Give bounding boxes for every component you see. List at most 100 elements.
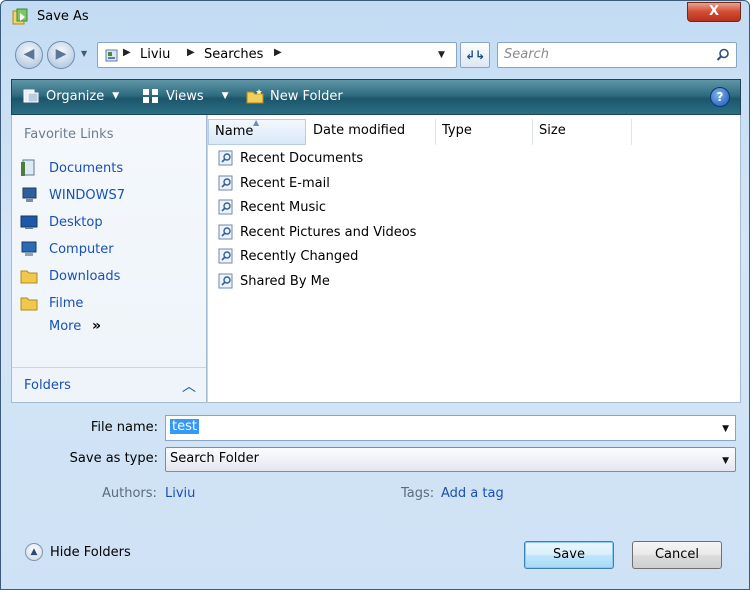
breadcrumb-separator[interactable]: ▶ (123, 47, 131, 58)
saved-search-icon (218, 273, 233, 289)
favorite-link-downloads[interactable]: Downloads (20, 265, 120, 287)
favorite-links-title: Favorite Links (24, 127, 114, 142)
recent-pages-dropdown-icon[interactable]: ▼ (81, 49, 91, 61)
favorite-link-label: Computer (49, 241, 114, 257)
hide-folders-label: Hide Folders (50, 544, 131, 560)
folders-toggle[interactable]: Folders ︿ (12, 367, 206, 401)
organize-menu[interactable]: Organize ▼ (22, 88, 119, 104)
chevron-down-icon: ▼ (112, 91, 120, 101)
saved-search-icon (218, 175, 233, 191)
search-input[interactable]: Search (497, 42, 737, 68)
cancel-button[interactable]: Cancel (632, 541, 722, 569)
save-button[interactable]: Save (524, 541, 614, 569)
back-arrow-icon: ◀ (23, 46, 35, 62)
desktop-icon (20, 215, 38, 229)
title-bar: Save As X (1, 1, 749, 35)
organize-label: Organize (46, 88, 105, 104)
saved-search-icon (218, 248, 233, 264)
refresh-button[interactable]: ↲↳ (460, 42, 490, 68)
address-bar[interactable]: ▶ Liviu ▶ Searches ▶ ▼ (97, 42, 457, 68)
favorite-link-desktop[interactable]: Desktop (20, 211, 103, 233)
help-icon[interactable]: ? (710, 87, 730, 107)
file-item-label: Recent E-mail (240, 175, 330, 191)
save-as-type-select[interactable]: Search Folder ▼ (165, 447, 736, 472)
new-folder-icon (246, 89, 264, 104)
favorite-link-windows7[interactable]: WINDOWS7 (20, 184, 125, 206)
new-folder-label: New Folder (270, 88, 343, 104)
forward-arrow-icon: ▶ (55, 46, 67, 62)
column-header-size[interactable]: Size (533, 119, 632, 145)
file-item[interactable]: Recent E-mail (218, 172, 330, 194)
sort-ascending-icon: ▲ (253, 118, 260, 127)
tags-label: Tags: (401, 486, 435, 501)
column-header-date-modified[interactable]: Date modified (307, 119, 436, 145)
file-item[interactable]: Recently Changed (218, 245, 358, 267)
views-icon (143, 89, 158, 103)
chevron-down-icon[interactable]: ▼ (722, 424, 729, 434)
save-as-icon (12, 8, 28, 25)
hide-folders-button[interactable]: ▲ Hide Folders (25, 543, 131, 561)
authors-label: Authors: (102, 486, 157, 501)
file-item[interactable]: Shared By Me (218, 270, 330, 292)
breadcrumb-liviu[interactable]: Liviu (140, 47, 170, 62)
favorite-link-label: Desktop (49, 214, 103, 230)
favorite-link-label: Filme (49, 295, 84, 311)
forward-button[interactable]: ▶ (47, 41, 75, 69)
favorite-link-computer[interactable]: Computer (20, 238, 114, 260)
favorite-link-filme[interactable]: Filme (20, 292, 83, 314)
search-placeholder: Search (504, 47, 549, 62)
save-as-dialog: Save As X ◀ ▶ ▼ ▶ Liviu ▶ Searches ▶ ▼ ↲… (0, 0, 750, 590)
file-item[interactable]: Recent Pictures and Videos (218, 221, 416, 243)
command-toolbar: Organize ▼ Views ▼ New Folder ? (11, 79, 741, 115)
close-button[interactable]: X (687, 2, 741, 22)
favorite-link-label: Downloads (49, 268, 121, 284)
authors-field[interactable]: Liviu (165, 486, 195, 501)
save-as-type-label: Save as type: (69, 451, 158, 466)
favorite-link-label: WINDOWS7 (49, 187, 126, 203)
file-item-label: Recent Pictures and Videos (240, 224, 417, 240)
more-links[interactable]: More (49, 319, 81, 334)
window-title: Save As (37, 9, 89, 24)
column-header-name[interactable]: ▲ Name (208, 118, 306, 145)
file-item[interactable]: Recent Documents (218, 147, 363, 169)
file-item-label: Recent Documents (240, 150, 364, 166)
file-item-label: Recently Changed (240, 248, 359, 264)
computer-icon (21, 241, 37, 256)
organize-icon (23, 89, 39, 103)
address-dropdown-icon[interactable]: ▼ (438, 50, 445, 60)
refresh-icon: ↲↳ (464, 48, 486, 62)
search-folder-icon (105, 49, 118, 62)
breadcrumb-separator[interactable]: ▶ (274, 47, 282, 58)
folder-icon (20, 270, 38, 284)
double-chevron-icon[interactable]: » (92, 318, 101, 334)
chevron-down-icon: ▼ (221, 91, 229, 101)
views-menu[interactable]: Views ▼ (142, 88, 229, 104)
chevron-up-icon: ︿ (182, 379, 196, 395)
favorite-link-label: Documents (49, 160, 124, 176)
saved-search-icon (218, 199, 233, 215)
breadcrumb-searches[interactable]: Searches (204, 47, 263, 62)
computer-icon (22, 187, 37, 202)
favorite-link-documents[interactable]: Documents (20, 157, 123, 179)
magnifier-icon[interactable] (716, 48, 730, 62)
folders-label: Folders (24, 378, 71, 393)
save-as-type-value: Search Folder (170, 451, 259, 466)
chevron-up-icon: ▲ (25, 543, 43, 561)
documents-icon (21, 159, 35, 176)
file-name-label: File name: (90, 420, 158, 435)
back-button[interactable]: ◀ (15, 41, 43, 69)
file-item-label: Shared By Me (240, 273, 330, 289)
breadcrumb-separator[interactable]: ▶ (187, 47, 195, 58)
saved-search-icon (218, 224, 233, 240)
chevron-down-icon: ▼ (722, 456, 729, 466)
new-folder-button[interactable]: New Folder (246, 88, 343, 104)
saved-search-icon (218, 150, 233, 166)
navigation-pane: Favorite Links Documents WINDOWS7 Deskto… (11, 115, 207, 403)
file-name-value: test (170, 419, 199, 434)
tags-field[interactable]: Add a tag (441, 486, 504, 501)
folder-icon (20, 297, 38, 311)
file-name-input[interactable]: test ▼ (165, 415, 736, 441)
column-header-type[interactable]: Type (436, 119, 533, 145)
file-item[interactable]: Recent Music (218, 196, 326, 218)
views-label: Views (166, 88, 204, 104)
